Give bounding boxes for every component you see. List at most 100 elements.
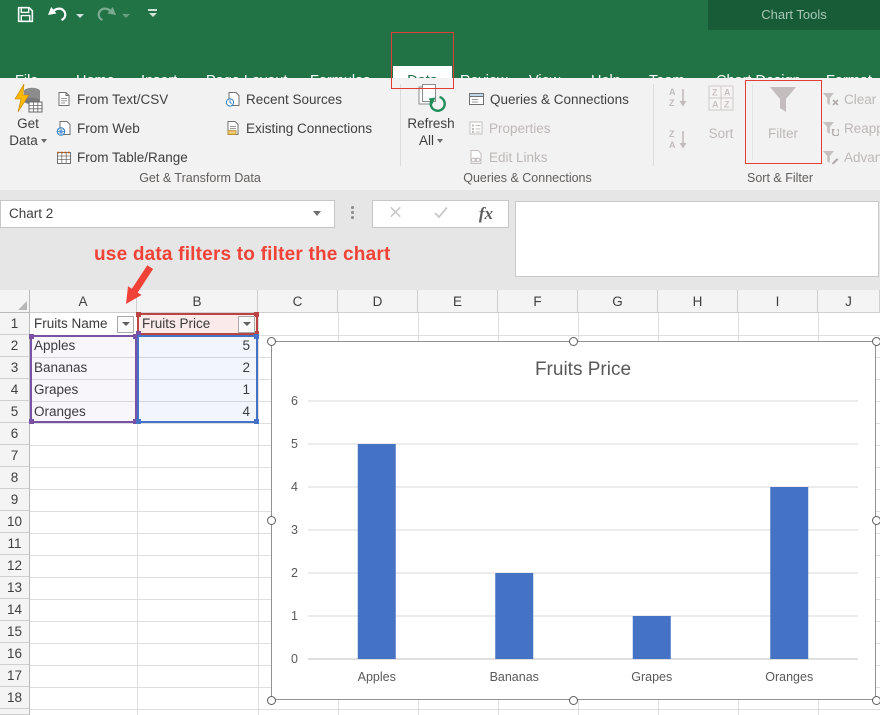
undo-dropdown-caret[interactable] [76, 14, 84, 18]
filter-dropdown-B1[interactable] [238, 316, 255, 333]
clear-filter-icon [822, 91, 839, 107]
cell-A3[interactable]: Bananas [34, 357, 87, 379]
cell-A5[interactable]: Oranges [34, 401, 86, 423]
row-header-17[interactable]: 17 [0, 665, 30, 687]
redo-button[interactable] [94, 5, 116, 23]
sort-ascending-button[interactable]: AZ [666, 86, 690, 108]
sort-za-descending-icon: ZA [666, 127, 690, 151]
redo-dropdown-caret[interactable] [122, 14, 130, 18]
row-header-11[interactable]: 11 [0, 533, 30, 555]
dropdown-arrow-icon [122, 322, 130, 326]
gridline [30, 709, 880, 710]
svg-text:A: A [669, 140, 676, 150]
chart-selection-handle[interactable] [872, 516, 880, 525]
from-table-range-button[interactable]: From Table/Range [56, 146, 188, 168]
reapply-filter-button[interactable]: Reapply [822, 117, 880, 139]
column-header-D[interactable]: D [338, 290, 418, 313]
undo-button[interactable] [48, 5, 70, 23]
cancel-button[interactable] [388, 205, 403, 224]
row-header-6[interactable]: 6 [0, 423, 30, 445]
customize-quick-access-toolbar-button[interactable] [148, 9, 157, 17]
undo-icon [48, 5, 70, 23]
row-header-4[interactable]: 4 [0, 379, 30, 401]
queries-connections-button[interactable]: Queries & Connections [468, 88, 629, 110]
save-button[interactable] [16, 5, 35, 24]
row-header-12[interactable]: 12 [0, 555, 30, 577]
cell-A2[interactable]: Apples [34, 335, 75, 357]
row-header-10[interactable]: 10 [0, 511, 30, 533]
name-box[interactable]: Chart 2 [0, 200, 335, 228]
group-separator [400, 84, 401, 166]
select-all-button[interactable] [0, 290, 30, 313]
sort-az-ascending-icon: AZ [666, 85, 690, 109]
edit-links-button[interactable]: Edit Links [468, 146, 548, 168]
chart-object[interactable]: Fruits Price0123456ApplesBananasGrapesOr… [271, 341, 876, 700]
filter-dropdown-A1[interactable] [117, 316, 134, 333]
row-header-15[interactable]: 15 [0, 621, 30, 643]
column-header-C[interactable]: C [258, 290, 338, 313]
cell-B1[interactable]: Fruits Price [142, 313, 210, 335]
existing-connections-button[interactable]: Existing Connections [225, 117, 372, 139]
column-header-J[interactable]: J [818, 290, 880, 313]
recent-sources-button[interactable]: Recent Sources [225, 88, 342, 110]
chart-selection-handle[interactable] [569, 696, 578, 705]
group-separator [653, 84, 654, 166]
from-web-button[interactable]: From Web [56, 117, 140, 139]
row-header-1[interactable]: 1 [0, 313, 30, 335]
chart-selection-handle[interactable] [267, 337, 276, 346]
column-header-E[interactable]: E [418, 290, 498, 313]
row-header-5[interactable]: 5 [0, 401, 30, 423]
refresh-all-button[interactable]: Refresh All [404, 83, 458, 149]
sort-button[interactable]: ZAAZ Sort [698, 85, 744, 142]
formula-bar-buttons: fx [372, 200, 509, 228]
column-header-I[interactable]: I [738, 290, 818, 313]
row-header-9[interactable]: 9 [0, 489, 30, 511]
row-header-7[interactable]: 7 [0, 445, 30, 467]
column-header-G[interactable]: G [578, 290, 658, 313]
chart-selection-handle[interactable] [267, 696, 276, 705]
svg-text:6: 6 [291, 394, 298, 408]
row-header-16[interactable]: 16 [0, 643, 30, 665]
cell-B2[interactable]: 5 [137, 335, 250, 357]
filter-button[interactable]: Filter [757, 85, 809, 142]
row-header-14[interactable]: 14 [0, 599, 30, 621]
row-header-13[interactable]: 13 [0, 577, 30, 599]
sort-descending-button[interactable]: ZA [666, 128, 690, 150]
get-data-caret-icon [41, 139, 47, 143]
svg-text:Z: Z [724, 100, 730, 110]
chart-selection-handle[interactable] [872, 696, 880, 705]
column-header-H[interactable]: H [658, 290, 738, 313]
cell-B3[interactable]: 2 [137, 357, 250, 379]
redo-icon [94, 5, 116, 23]
cell-B5[interactable]: 4 [137, 401, 250, 423]
enter-button[interactable] [433, 205, 449, 224]
svg-text:Fruits Price: Fruits Price [535, 359, 631, 380]
name-box-dropdown-icon[interactable] [313, 211, 321, 216]
row-header-18[interactable]: 18 [0, 687, 30, 709]
properties-button[interactable]: Properties [468, 117, 551, 139]
formula-bar-input[interactable] [515, 201, 879, 277]
column-header-F[interactable]: F [498, 290, 578, 313]
svg-text:Z: Z [712, 88, 718, 98]
save-icon [16, 5, 35, 24]
chart-selection-handle[interactable] [569, 337, 578, 346]
svg-text:3: 3 [291, 523, 298, 537]
cell-A4[interactable]: Grapes [34, 379, 78, 401]
cell-B4[interactable]: 1 [137, 379, 250, 401]
get-data-button[interactable]: Get Data [4, 83, 52, 149]
get-data-label-1: Get [17, 115, 39, 132]
clear-filter-button[interactable]: Clear [822, 88, 876, 110]
row-header-3[interactable]: 3 [0, 357, 30, 379]
from-text-csv-button[interactable]: From Text/CSV [56, 88, 168, 110]
insert-function-button[interactable]: fx [479, 204, 493, 224]
chart-selection-handle[interactable] [267, 516, 276, 525]
from-table-range-icon [56, 149, 72, 165]
customize-qat-icon [148, 9, 157, 11]
cell-A1[interactable]: Fruits Name [34, 313, 108, 335]
chart-selection-handle[interactable] [872, 337, 880, 346]
advanced-filter-icon [822, 149, 839, 165]
row-header-2[interactable]: 2 [0, 335, 30, 357]
advanced-filter-button[interactable]: Advanced [822, 146, 880, 168]
row-header-8[interactable]: 8 [0, 467, 30, 489]
from-text-csv-icon [56, 91, 72, 107]
